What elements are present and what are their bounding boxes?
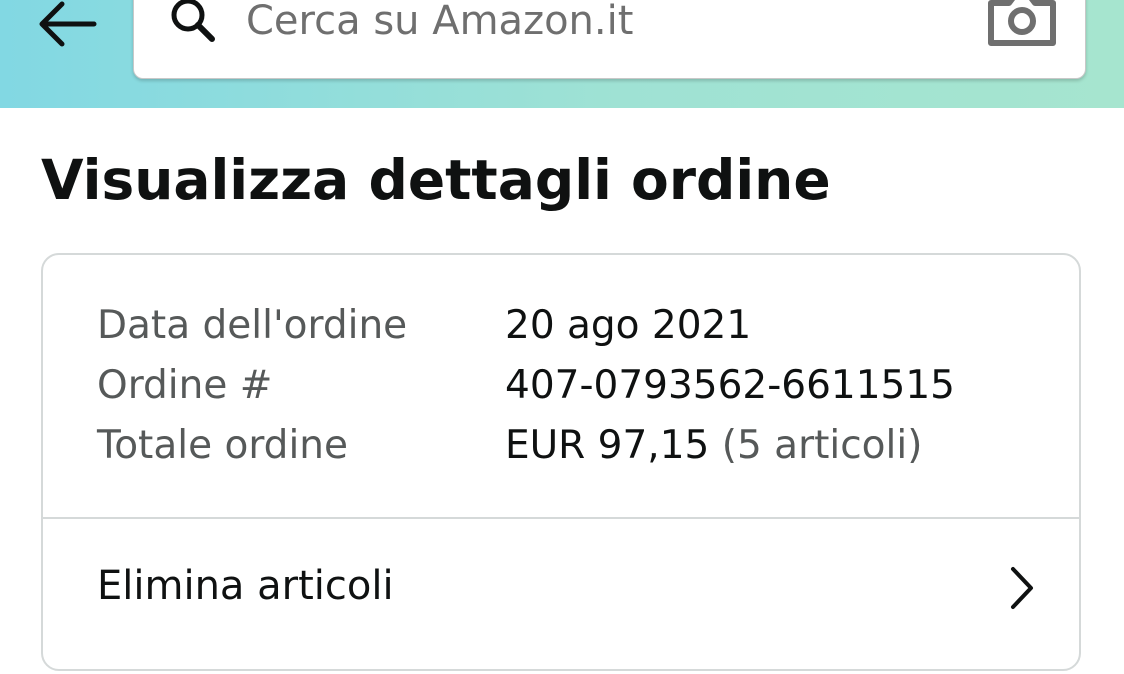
order-total-value-group: EUR 97,15 (5 articoli)	[505, 423, 922, 468]
search-bar[interactable]	[133, 0, 1086, 79]
order-date-row: Data dell'ordine 20 ago 2021	[97, 303, 1037, 353]
header-bar	[0, 0, 1124, 108]
order-number-label: Ordine #	[97, 363, 273, 408]
search-icon	[171, 0, 215, 42]
order-total-label: Totale ordine	[97, 423, 348, 468]
back-button[interactable]	[32, 0, 102, 50]
order-total-row: Totale ordine EUR 97,15 (5 articoli)	[97, 423, 1037, 473]
remove-items-button[interactable]: Elimina articoli	[43, 519, 1079, 669]
remove-items-label: Elimina articoli	[97, 563, 394, 609]
order-item-count: (5 articoli)	[721, 423, 923, 468]
chevron-right-icon	[1011, 567, 1033, 609]
order-total-value: EUR 97,15	[505, 423, 710, 468]
order-date-value: 20 ago 2021	[505, 303, 752, 348]
order-details-card: Data dell'ordine 20 ago 2021 Ordine # 40…	[41, 253, 1081, 671]
order-date-label: Data dell'ordine	[97, 303, 408, 348]
camera-icon[interactable]	[987, 0, 1057, 49]
search-input[interactable]	[246, 0, 946, 49]
back-arrow-icon	[39, 1, 97, 47]
order-number-value: 407-0793562-6611515	[505, 363, 955, 408]
order-summary: Data dell'ordine 20 ago 2021 Ordine # 40…	[43, 255, 1079, 517]
page-title: Visualizza dettagli ordine	[41, 148, 831, 212]
order-number-row: Ordine # 407-0793562-6611515	[97, 363, 1037, 413]
